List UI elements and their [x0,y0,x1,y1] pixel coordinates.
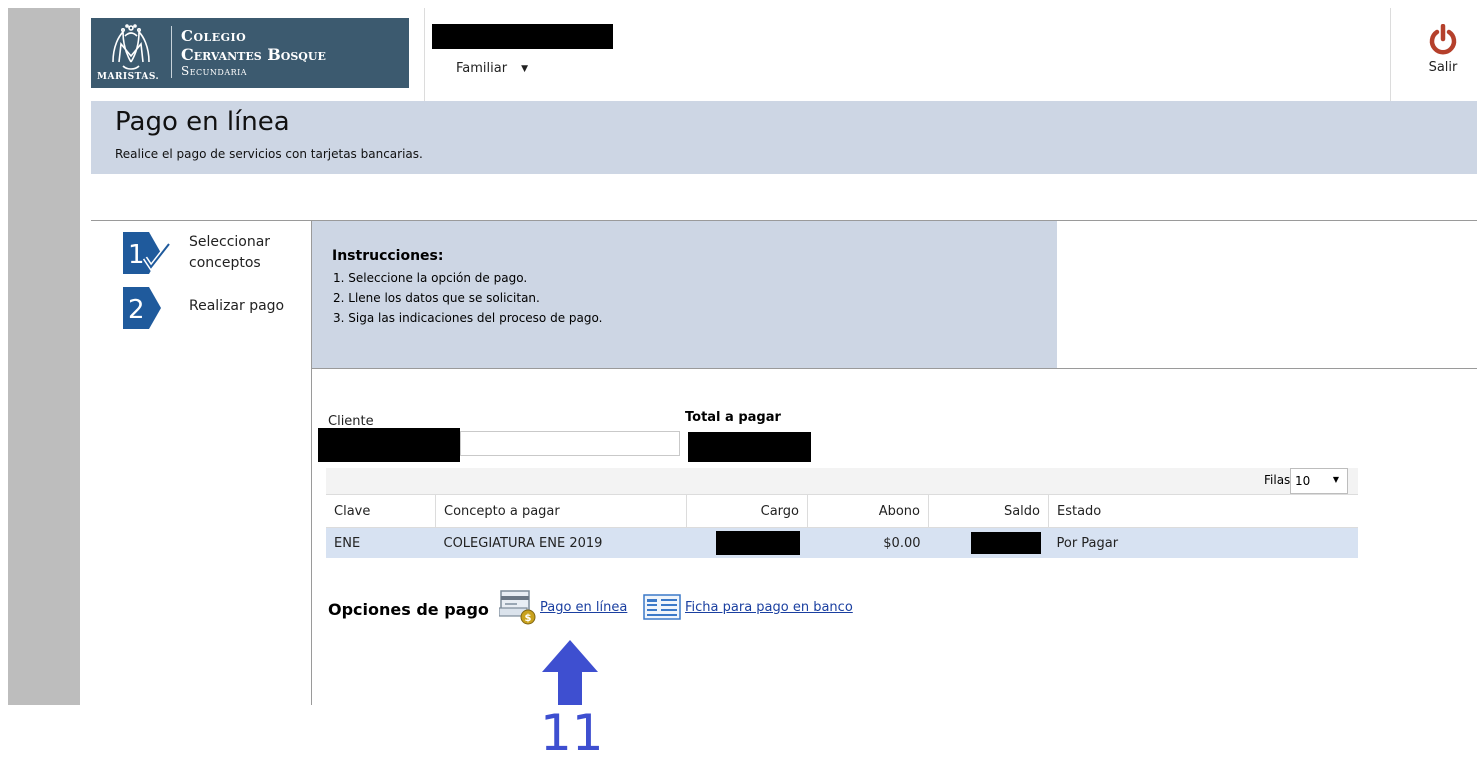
caret-down-icon: ▼ [521,63,528,74]
logo-line-3: Secundaria [181,64,248,78]
logout-label: Salir [1428,60,1458,75]
col-cargo[interactable]: Cargo [686,494,808,528]
page-subtitle: Realice el pago de servicios con tarjeta… [115,147,423,161]
rows-per-page-value: 10 [1295,474,1311,488]
logo-line-2: Cervantes Bosque [181,45,326,64]
table-header-row: Clave Concepto a pagar Cargo Abono Saldo… [326,494,1358,528]
left-gray-bar [8,8,80,705]
pay-online-link[interactable]: Pago en línea [540,600,627,615]
col-saldo[interactable]: Saldo [928,494,1049,528]
power-icon [1429,24,1457,55]
step-2-icon: 2 [123,287,161,329]
step-1-checked-icon: 1 [123,232,171,274]
user-role-label: Familiar [456,61,508,76]
annotation-step-number: 11 [540,704,604,762]
instructions-divider [312,368,1477,369]
cliente-label: Cliente [328,414,374,429]
caret-down-icon: ▼ [1332,475,1339,484]
step-2-number: 2 [128,295,145,325]
charges-table: Clave Concepto a pagar Cargo Abono Saldo… [326,494,1358,558]
payment-options-label: Opciones de pago [328,600,489,619]
page-title: Pago en línea [115,107,290,137]
grid-toolbar [326,468,1358,494]
cell-saldo [928,527,1049,558]
instructions-title: Instrucciones: [332,248,444,264]
header-divider-right [1390,8,1391,101]
redacted-cargo [715,531,800,555]
step-1-label: Seleccionar conceptos [189,234,271,271]
step-1-number: 1 [128,240,145,270]
instruction-item: 3. Siga las indicaciones del proceso de … [333,311,603,325]
maristas-label: MARISTAS. [97,72,160,82]
instructions-list: 1. Seleccione la opción de pago. 2. Llen… [333,268,602,328]
annotation-arrow-up-icon [542,640,598,705]
redacted-user-name [432,24,613,49]
col-concepto[interactable]: Concepto a pagar [435,494,687,528]
col-abono[interactable]: Abono [807,494,929,528]
bank-slip-link[interactable]: Ficha para pago en banco [685,600,853,615]
table-row[interactable]: ENE COLEGIATURA ENE 2019 $0.00 Por Pagar [326,527,1358,558]
cell-concepto: COLEGIATURA ENE 2019 [435,527,687,558]
logo-divider [171,26,172,78]
rows-per-page-select[interactable]: 10 ▼ [1290,468,1348,494]
instructions-panel: Instrucciones: 1. Seleccione la opción d… [312,221,1057,368]
school-logo[interactable]: MARISTAS. Colegio Cervantes Bosque Secun… [91,18,409,88]
cell-estado: Por Pagar [1048,527,1358,558]
col-estado[interactable]: Estado [1048,494,1358,528]
instruction-item: 2. Llene los datos que se solicitan. [333,291,540,305]
cliente-field[interactable] [460,431,680,456]
redacted-cliente-id [318,428,460,462]
redacted-total-amount [688,432,811,462]
header-divider [424,8,425,101]
redacted-saldo [970,532,1041,554]
cell-cargo [686,527,808,558]
credit-card-payment-icon: $ [499,590,536,625]
logout-button[interactable]: Salir [1418,24,1468,75]
cell-abono: $0.00 [807,527,929,558]
step-2-label: Realizar pago [189,298,285,314]
logo-line-1: Colegio [181,27,247,45]
page-banner: Pago en línea Realice el pago de servici… [91,101,1477,174]
bank-slip-icon [643,594,681,620]
total-label: Total a pagar [685,410,781,425]
rows-per-page-label: Filas [1264,473,1291,487]
svg-text:$: $ [525,613,532,624]
col-clave[interactable]: Clave [326,494,436,528]
cell-clave: ENE [326,527,436,558]
instruction-item: 1. Seleccione la opción de pago. [333,271,528,285]
user-role-dropdown[interactable]: Familiar ▼ [456,61,528,76]
